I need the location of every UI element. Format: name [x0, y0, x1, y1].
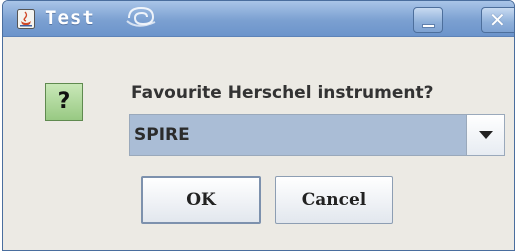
instrument-dropdown[interactable]: SPIRE	[129, 114, 505, 156]
window-title: Test	[45, 7, 95, 29]
chevron-down-icon	[479, 131, 493, 139]
dropdown-selected-value: SPIRE	[134, 125, 190, 145]
dialog-window: Test ✕ ? Favourite Herschel instrument? …	[2, 0, 515, 251]
close-button[interactable]: ✕	[481, 7, 514, 33]
question-icon: ?	[45, 83, 83, 121]
prompt-label: Favourite Herschel instrument?	[131, 83, 434, 103]
cancel-button[interactable]: Cancel	[275, 176, 393, 224]
java-app-icon[interactable]	[17, 9, 35, 29]
minimize-icon	[422, 24, 435, 28]
close-icon: ✕	[489, 8, 506, 32]
minimize-button[interactable]	[413, 7, 443, 33]
swirl-decoration-icon	[125, 4, 159, 30]
title-bar[interactable]: Test ✕	[3, 1, 514, 37]
ok-button[interactable]: OK	[141, 176, 261, 224]
dropdown-arrow-button[interactable]	[466, 115, 504, 155]
